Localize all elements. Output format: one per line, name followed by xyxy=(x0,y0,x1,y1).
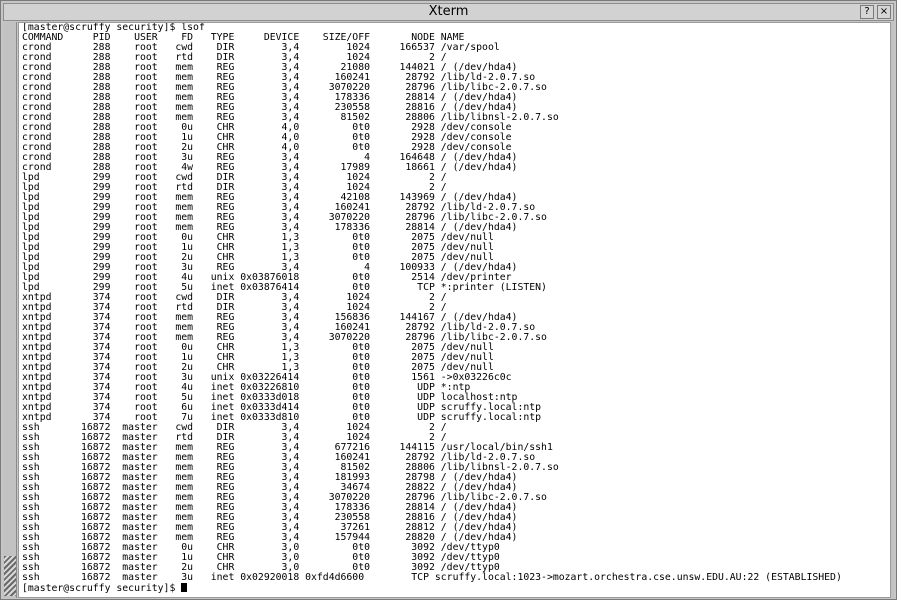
window-title: Xterm xyxy=(428,4,469,19)
output-line: ssh 16872 master 3u inet 0x02920018 0xfd… xyxy=(22,572,842,583)
lsof-output: crond 288 root cwd DIR 3,4 1024 166537 /… xyxy=(19,43,890,583)
question-icon: ? xyxy=(864,6,870,17)
current-prompt: [master@scruffy security]$ xyxy=(22,583,182,594)
terminal-area[interactable]: [master@scruffy security]$ lsof COMMAND … xyxy=(18,22,891,598)
help-button[interactable]: ? xyxy=(860,5,874,19)
close-button[interactable]: × xyxy=(877,5,891,19)
window-left-frame xyxy=(3,22,17,598)
title-bar[interactable]: Xterm ? × xyxy=(3,3,894,21)
xterm-window: Xterm ? × [master@scruffy security]$ lso… xyxy=(0,0,897,600)
current-prompt-line[interactable]: [master@scruffy security]$ xyxy=(19,583,890,594)
close-icon: × xyxy=(879,6,889,17)
resize-grip-icon[interactable] xyxy=(4,556,16,596)
text-cursor xyxy=(181,583,188,592)
